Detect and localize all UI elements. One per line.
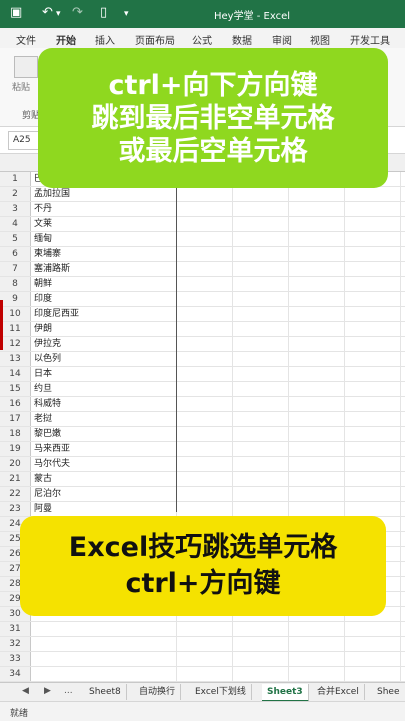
- row-number[interactable]: 5: [0, 232, 31, 246]
- cell-a[interactable]: 日本: [34, 367, 52, 381]
- cell-a[interactable]: 伊朗: [34, 322, 52, 336]
- left-edge-marker: [0, 300, 3, 350]
- row-number[interactable]: 8: [0, 277, 31, 291]
- row-number[interactable]: 9: [0, 292, 31, 306]
- tab-insert[interactable]: 插入: [95, 32, 115, 47]
- customize-toolbar-icon[interactable]: ▾: [124, 9, 129, 19]
- row-number[interactable]: 4: [0, 217, 31, 231]
- row-number[interactable]: 34: [0, 667, 31, 681]
- row-number[interactable]: 6: [0, 247, 31, 261]
- ribbon-tabs: 文件 开始 插入 页面布局 公式 数据 审阅 视图 开发工具: [0, 28, 405, 50]
- row-number[interactable]: 33: [0, 652, 31, 666]
- gridline: [400, 172, 401, 682]
- caption-line: 跳到最后非空单元格: [91, 102, 335, 134]
- cell-a[interactable]: 不丹: [34, 202, 52, 216]
- cell-a[interactable]: 文莱: [34, 217, 52, 231]
- cell-a[interactable]: 阿曼: [34, 502, 52, 516]
- cell-a[interactable]: 缅甸: [34, 232, 52, 246]
- row-number[interactable]: 31: [0, 622, 31, 636]
- cell-a[interactable]: 马尔代夫: [34, 457, 70, 471]
- undo-icon[interactable]: ↶: [42, 5, 53, 20]
- cell-a[interactable]: 科威特: [34, 397, 61, 411]
- cell-a[interactable]: 尼泊尔: [34, 487, 61, 501]
- tab-formulas[interactable]: 公式: [192, 32, 212, 47]
- column-a-border: [176, 172, 177, 512]
- row-number[interactable]: 16: [0, 397, 31, 411]
- row-number[interactable]: 12: [0, 337, 31, 351]
- cell-a[interactable]: 塞浦路斯: [34, 262, 70, 276]
- row-number[interactable]: 22: [0, 487, 31, 501]
- sheet-tab-bar: ◀ ▶ ... Sheet8 自动换行 Excel下划线 Sheet3 合并Ex…: [0, 682, 405, 702]
- sheet-tab[interactable]: Shee: [372, 684, 405, 700]
- title-bar: ▣ ↶ ▾ ↷ ▯ ▾ Hey学堂 - Excel: [0, 0, 405, 28]
- window-title: Hey学堂 - Excel: [214, 11, 291, 22]
- clipboard-icon[interactable]: [14, 56, 38, 78]
- row-number[interactable]: 15: [0, 382, 31, 396]
- tab-view[interactable]: 视图: [310, 32, 330, 47]
- cell-a[interactable]: 蒙古: [34, 472, 52, 486]
- tab-file[interactable]: 文件: [16, 32, 36, 47]
- caption-line: ctrl+向下方向键: [108, 69, 318, 101]
- tab-data[interactable]: 数据: [232, 32, 252, 47]
- sheet-prev-icon[interactable]: ◀: [22, 686, 29, 696]
- row-number[interactable]: 3: [0, 202, 31, 216]
- sheet-tab-active[interactable]: Sheet3: [262, 684, 309, 702]
- row-number[interactable]: 1: [0, 172, 31, 186]
- row-number[interactable]: 23: [0, 502, 31, 516]
- sheet-tab[interactable]: 自动换行: [134, 684, 182, 700]
- cell-a[interactable]: 柬埔寨: [34, 247, 61, 261]
- save-icon[interactable]: ▣: [10, 5, 22, 20]
- row-number[interactable]: 17: [0, 412, 31, 426]
- row-number[interactable]: 20: [0, 457, 31, 471]
- new-file-icon[interactable]: ▯: [100, 5, 107, 20]
- sheet-tab[interactable]: Excel下划线: [190, 684, 252, 700]
- cell-a[interactable]: 孟加拉国: [34, 187, 70, 201]
- caption-line: ctrl+方向键: [125, 568, 281, 599]
- cell-a[interactable]: 约旦: [34, 382, 52, 396]
- row-number[interactable]: 13: [0, 352, 31, 366]
- row-number[interactable]: 21: [0, 472, 31, 486]
- chevron-down-icon[interactable]: ▾: [56, 9, 61, 19]
- sheet-more-button[interactable]: ...: [64, 686, 73, 696]
- caption-bottom: Excel技巧跳选单元格 ctrl+方向键: [20, 516, 386, 616]
- sheet-next-icon[interactable]: ▶: [44, 686, 51, 696]
- sheet-tab[interactable]: Sheet8: [84, 684, 127, 700]
- row-number[interactable]: 19: [0, 442, 31, 456]
- cell-a[interactable]: 马来西亚: [34, 442, 70, 456]
- caption-top: ctrl+向下方向键 跳到最后非空单元格 或最后空单元格: [38, 48, 388, 188]
- cell-a[interactable]: 朝鲜: [34, 277, 52, 291]
- cell-a[interactable]: 黎巴嫩: [34, 427, 61, 441]
- row-number[interactable]: 10: [0, 307, 31, 321]
- status-text: 就绪: [10, 709, 29, 719]
- caption-line: Excel技巧跳选单元格: [68, 532, 338, 563]
- tab-developer[interactable]: 开发工具: [350, 32, 390, 47]
- cell-a[interactable]: 老挝: [34, 412, 52, 426]
- cell-a[interactable]: 印度: [34, 292, 52, 306]
- paste-button[interactable]: 粘贴: [12, 80, 30, 93]
- sheet-tab[interactable]: 合并Excel: [312, 684, 365, 700]
- cell-a[interactable]: 伊拉克: [34, 337, 61, 351]
- tab-review[interactable]: 审阅: [272, 32, 292, 47]
- cell-a[interactable]: 印度尼西亚: [34, 307, 79, 321]
- cell-a[interactable]: 以色列: [34, 352, 61, 366]
- caption-line: 或最后空单元格: [118, 135, 308, 167]
- row-number[interactable]: 32: [0, 637, 31, 651]
- row-number[interactable]: 14: [0, 367, 31, 381]
- row-number[interactable]: 18: [0, 427, 31, 441]
- row-number[interactable]: 11: [0, 322, 31, 336]
- redo-icon[interactable]: ↷: [72, 5, 83, 20]
- row-number[interactable]: 2: [0, 187, 31, 201]
- tab-page-layout[interactable]: 页面布局: [135, 32, 175, 47]
- status-bar: 就绪: [0, 701, 405, 721]
- row-number[interactable]: 7: [0, 262, 31, 276]
